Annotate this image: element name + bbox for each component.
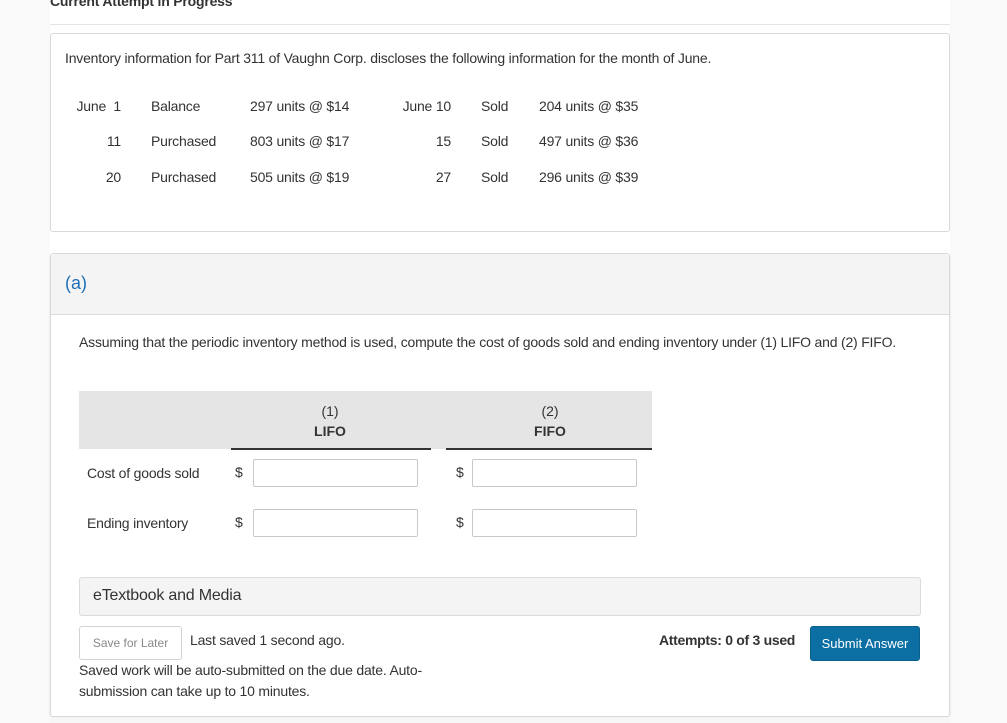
purchase-date: 20 — [105, 169, 121, 185]
purchase-type: Balance — [151, 98, 201, 114]
currency-symbol: $ — [456, 514, 464, 530]
sale-type: Sold — [481, 169, 509, 185]
column-header-fifo: (2) FIFO — [460, 401, 640, 441]
sale-type: Sold — [481, 98, 509, 114]
column-name: LIFO — [314, 423, 346, 439]
bottom-strip — [50, 718, 950, 723]
sale-quantity: 296 units @ $39 — [539, 169, 639, 185]
part-a-card: (a) Assuming that the periodic inventory… — [50, 253, 950, 717]
purchase-date: 11 — [106, 133, 121, 149]
question-text: Assuming that the periodic inventory met… — [79, 334, 896, 350]
purchase-type: Purchased — [151, 133, 217, 149]
ending-inventory-lifo-input[interactable] — [253, 509, 418, 537]
ending-inventory-fifo-input[interactable] — [472, 509, 637, 537]
attempts-counter: Attempts: 0 of 3 used — [659, 632, 796, 648]
sale-date: 27 — [435, 169, 451, 185]
purchase-date: June 1 — [76, 98, 121, 114]
etextbook-media-label: eTextbook and Media — [93, 587, 242, 604]
column-underline — [231, 448, 431, 450]
cogs-lifo-input[interactable] — [253, 459, 418, 487]
save-for-later-button[interactable]: Save for Later — [79, 626, 182, 660]
part-a-header: (a) — [51, 254, 949, 315]
purchase-quantity: 297 units @ $14 — [250, 98, 350, 114]
sale-quantity: 497 units @ $36 — [539, 133, 639, 149]
etextbook-media-toggle[interactable]: eTextbook and Media — [79, 577, 921, 616]
sale-date: 15 — [435, 133, 451, 149]
currency-symbol: $ — [235, 464, 243, 480]
column-name: FIFO — [534, 423, 566, 439]
last-saved-status: Last saved 1 second ago. — [190, 632, 345, 648]
currency-symbol: $ — [456, 464, 464, 480]
row-label-ending-inventory: Ending inventory — [87, 515, 189, 531]
sale-date: June 10 — [402, 98, 452, 114]
column-number: (1) — [321, 403, 339, 419]
submit-answer-button[interactable]: Submit Answer — [810, 626, 920, 661]
part-label: (a) — [65, 273, 87, 293]
column-number: (2) — [541, 403, 559, 419]
column-header-lifo: (1) LIFO — [240, 401, 420, 441]
purchase-type: Purchased — [151, 169, 217, 185]
row-label-cogs: Cost of goods sold — [87, 465, 200, 481]
answer-table-header: (1) LIFO (2) FIFO — [79, 391, 652, 450]
attempt-header: Current Attempt in Progress — [50, 0, 233, 9]
purchase-quantity: 803 units @ $17 — [250, 133, 350, 149]
purchase-quantity: 505 units @ $19 — [250, 169, 350, 185]
sale-type: Sold — [481, 133, 509, 149]
autosubmit-note: Saved work will be auto-submitted on the… — [79, 662, 422, 699]
problem-card: Inventory information for Part 311 of Va… — [50, 33, 950, 232]
header-divider — [50, 24, 950, 25]
cogs-fifo-input[interactable] — [472, 459, 637, 487]
problem-intro: Inventory information for Part 311 of Va… — [65, 50, 712, 66]
column-underline — [446, 448, 652, 450]
currency-symbol: $ — [235, 514, 243, 530]
sale-quantity: 204 units @ $35 — [539, 98, 639, 114]
